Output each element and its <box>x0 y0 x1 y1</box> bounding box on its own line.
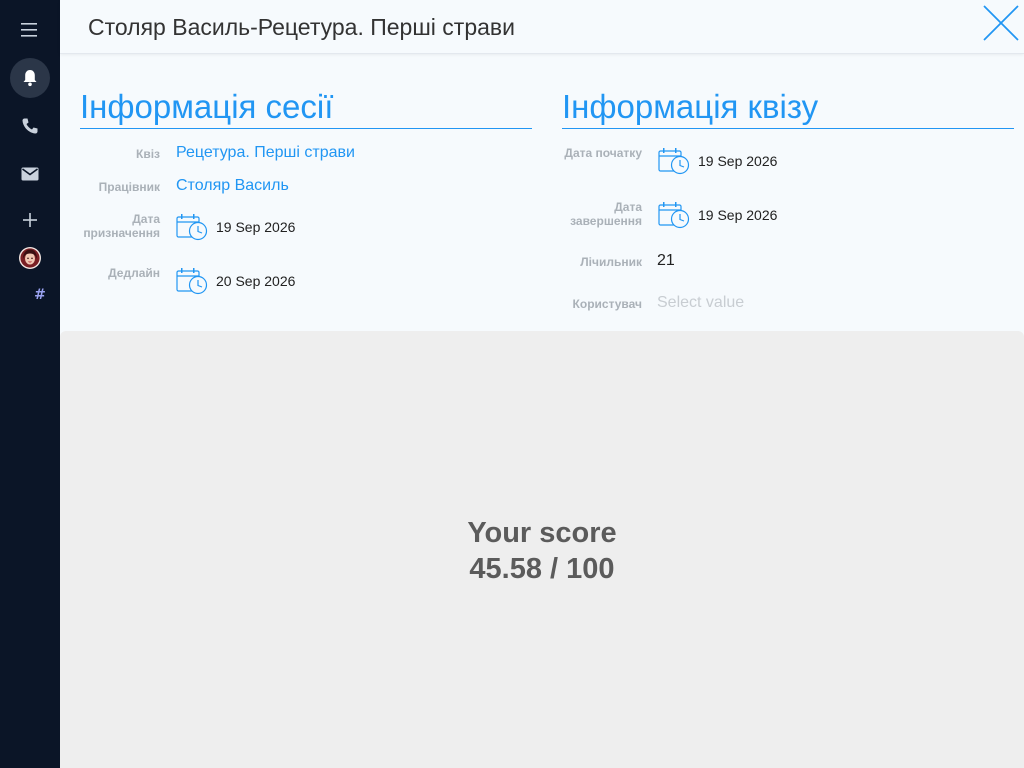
bell-icon <box>23 70 37 87</box>
deadline-label: Дедлайн <box>108 266 160 280</box>
assigned-date-value: 19 Sep 2026 <box>216 219 296 235</box>
end-date-value: 19 Sep 2026 <box>698 207 778 223</box>
header-bar: Столяр Василь-Рецетура. Перші страви <box>60 0 1024 54</box>
start-date-label: Дата початку <box>564 146 642 160</box>
sidebar: # <box>0 0 60 768</box>
hash-button[interactable]: # <box>20 275 60 315</box>
hash-icon: # <box>34 287 46 303</box>
add-button[interactable] <box>10 200 50 240</box>
employee-label: Працівник <box>98 180 160 194</box>
employee-link[interactable]: Столяр Василь <box>176 177 289 195</box>
plus-icon <box>23 213 37 227</box>
assigned-date-label: Дата призначення <box>60 212 160 240</box>
menu-button[interactable] <box>10 10 50 50</box>
calls-button[interactable] <box>10 106 50 146</box>
quiz-link[interactable]: Рецетура. Перші страви <box>176 144 355 162</box>
session-info-divider <box>80 128 532 129</box>
quiz-label: Квіз <box>136 147 160 161</box>
assigned-date-field[interactable]: 19 Sep 2026 <box>176 213 295 241</box>
menu-icon <box>21 23 37 37</box>
end-date-label-line2: завершення <box>570 214 642 228</box>
start-date-value: 19 Sep 2026 <box>698 153 778 169</box>
counter-label: Лічильник <box>580 255 642 269</box>
mail-icon <box>21 167 39 181</box>
page-title: Столяр Василь-Рецетура. Перші страви <box>88 14 515 40</box>
close-icon <box>983 5 1019 41</box>
deadline-value: 20 Sep 2026 <box>216 273 296 289</box>
score-title: Your score <box>467 517 617 549</box>
close-button[interactable] <box>982 4 1020 42</box>
counter-value: 21 <box>657 252 675 269</box>
phone-icon <box>22 118 38 134</box>
calendar-clock-icon <box>176 214 208 241</box>
notifications-button[interactable] <box>10 58 50 98</box>
calendar-clock-icon <box>658 202 690 229</box>
deadline-field[interactable]: 20 Sep 2026 <box>176 267 295 295</box>
score-value: 45.58 / 100 <box>469 553 615 585</box>
end-date-label-line1: Дата <box>614 200 642 214</box>
avatar[interactable] <box>10 238 50 278</box>
main-panel: Столяр Василь-Рецетура. Перші страви Інф… <box>60 0 1024 768</box>
user-label: Користувач <box>572 297 642 311</box>
user-select[interactable]: Select value <box>657 294 744 312</box>
avatar-image <box>19 247 41 269</box>
start-date-field[interactable]: 19 Sep 2026 <box>658 147 777 175</box>
messages-button[interactable] <box>10 154 50 194</box>
end-date-field[interactable]: 19 Sep 2026 <box>658 201 777 229</box>
session-info-title: Інформація сесії <box>80 88 334 125</box>
quiz-info-divider <box>562 128 1014 129</box>
quiz-info-title: Інформація квізу <box>562 88 819 125</box>
score-panel: Your score 45.58 / 100 <box>60 331 1024 768</box>
calendar-clock-icon <box>176 268 208 295</box>
calendar-clock-icon <box>658 148 690 175</box>
assigned-date-label-line2: призначення <box>83 226 160 240</box>
end-date-label: Дата завершення <box>542 200 642 228</box>
assigned-date-label-line1: Дата <box>132 212 160 226</box>
